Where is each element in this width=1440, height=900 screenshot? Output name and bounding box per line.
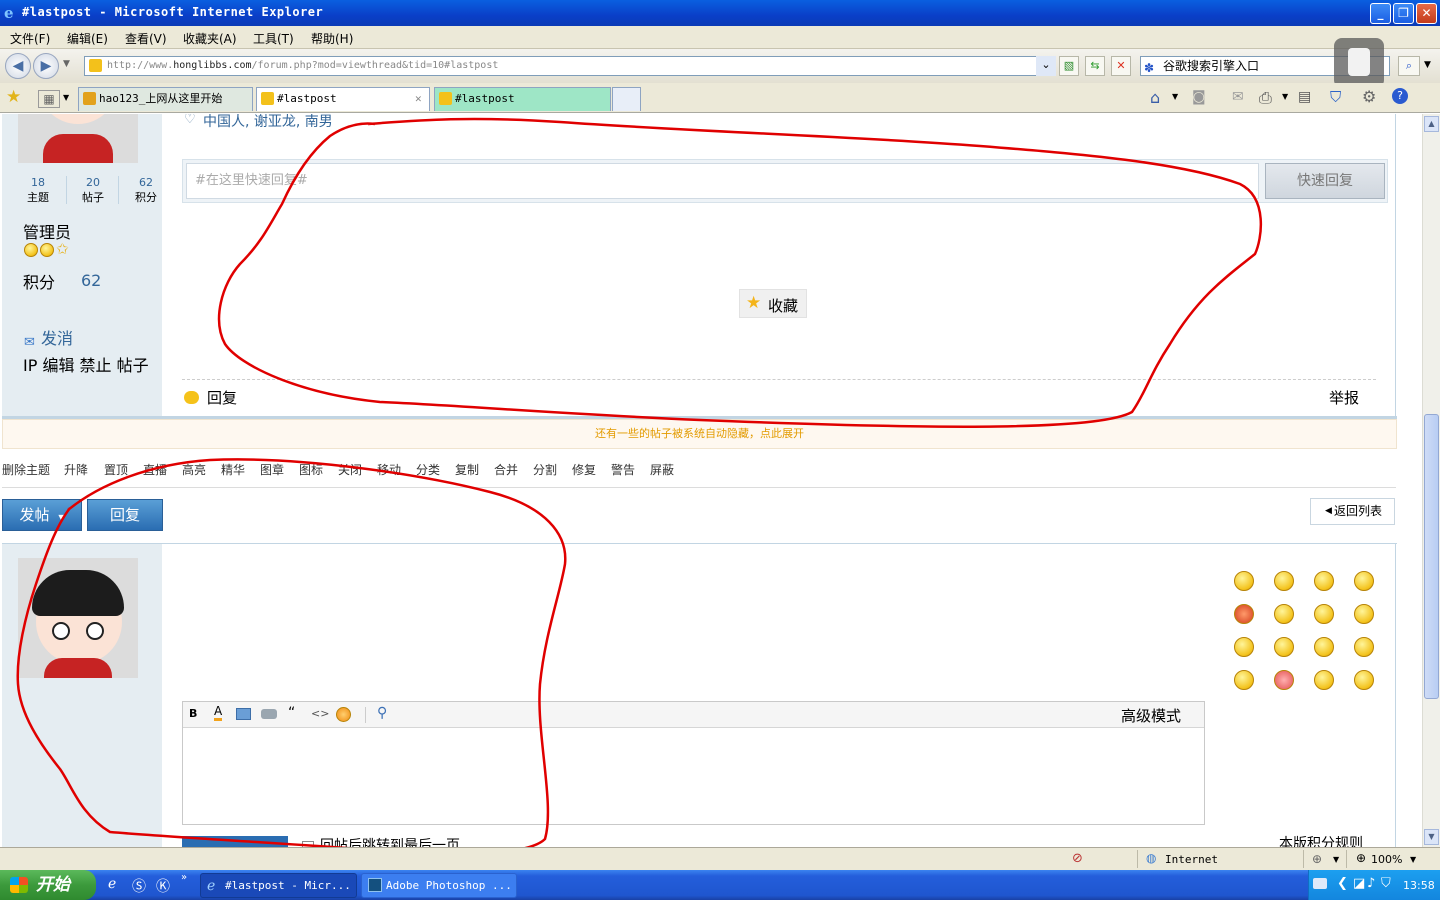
safety-icon[interactable]: ⛉ — [1330, 88, 1341, 106]
tab-label: #lastpost — [277, 92, 337, 105]
menu-edit[interactable]: 编辑(E) — [67, 30, 108, 47]
network-icon[interactable]: ◪ — [1353, 876, 1365, 891]
menu-view[interactable]: 查看(V) — [125, 30, 167, 47]
scrollbar-thumb[interactable] — [1424, 414, 1439, 699]
tab-hao123[interactable]: hao123_上网从这里开始 — [78, 87, 253, 111]
annotation-circle-top — [217, 117, 1263, 428]
home-icon[interactable]: ⌂ — [1150, 88, 1160, 107]
security-zone: Internet — [1165, 853, 1218, 866]
menu-tools[interactable]: 工具(T) — [253, 30, 294, 47]
zoom-dropdown-icon[interactable]: ▼ — [1410, 855, 1416, 864]
volume-icon[interactable]: ♪ — [1367, 876, 1375, 891]
page-icon — [439, 92, 452, 105]
clock: 13:58 — [1403, 879, 1435, 892]
keyboard-icon[interactable] — [1313, 878, 1327, 889]
usb-overlay-icon — [1334, 38, 1384, 88]
scroll-up-icon[interactable]: ▲ — [1424, 116, 1439, 132]
hao123-icon — [83, 92, 96, 105]
ie-logo-icon: e — [4, 4, 14, 22]
close-button[interactable]: ✕ — [1416, 3, 1437, 24]
security-shield-icon[interactable]: ⛉ — [1381, 876, 1391, 891]
red-annotation-overlay — [16, 117, 1263, 847]
forward-icon[interactable]: ▶ — [33, 53, 59, 79]
ie-task-icon: ℯ — [207, 878, 216, 894]
address-path: /forum.php?mod=viewthread&tid=10#lastpos… — [251, 60, 499, 71]
taskbar: 开始 ℯ Ⓢ Ⓚ » ℯ #lastpost - Micr... Adobe P… — [0, 870, 1440, 900]
tab-lastpost-active[interactable]: #lastpost ✕ — [256, 87, 430, 111]
history-dropdown-icon[interactable]: ▼ — [63, 59, 70, 69]
read-mail-icon[interactable]: ✉ — [1232, 89, 1244, 105]
start-button[interactable]: 开始 — [0, 870, 96, 900]
address-prefix: http://www. — [107, 60, 174, 71]
vertical-scrollbar[interactable]: ▲ ▼ — [1422, 114, 1440, 847]
menu-favorites[interactable]: 收藏夹(A) — [183, 30, 237, 47]
tab-label: hao123_上网从这里开始 — [99, 92, 223, 105]
popup-blocker-icon[interactable]: ⊘ — [1072, 851, 1083, 866]
search-value: 谷歌搜索引擎入口 — [1163, 59, 1260, 73]
menu-bar: 文件(F) 编辑(E) 查看(V) 收藏夹(A) 工具(T) 帮助(H) — [0, 26, 1440, 49]
back-icon[interactable]: ◀ — [5, 53, 31, 79]
page-favicon-icon — [89, 59, 102, 72]
search-icon[interactable]: ⌕ — [1398, 56, 1420, 76]
menu-file[interactable]: 文件(F) — [10, 30, 50, 47]
quick-tabs-icon[interactable]: ▦ — [38, 90, 60, 108]
print-icon[interactable]: ⎙ — [1259, 88, 1272, 108]
stop-icon[interactable]: ✕ — [1111, 56, 1131, 76]
scroll-down-icon[interactable]: ▼ — [1424, 829, 1439, 845]
quicklaunch-more-icon[interactable]: » — [181, 872, 187, 883]
compat-view-icon[interactable]: ▧ — [1059, 56, 1079, 76]
tab-list-icon[interactable]: ▼ — [63, 93, 69, 102]
title-bar: e #lastpost - Microsoft Internet Explore… — [0, 0, 1440, 26]
quicklaunch-k-icon[interactable]: Ⓚ — [156, 876, 170, 896]
tab-lastpost[interactable]: #lastpost — [434, 87, 611, 111]
tray-arrow-icon[interactable]: ❮ — [1337, 876, 1348, 891]
address-toolbar: ◀ ▶ ▼ http://www.honglibbs.com/forum.php… — [0, 49, 1440, 83]
search-options-icon[interactable]: ▼ — [1424, 60, 1431, 70]
new-tab-button[interactable] — [612, 87, 641, 111]
print-dropdown-icon[interactable]: ▼ — [1282, 92, 1288, 101]
refresh-icon[interactable]: ⇆ — [1085, 56, 1105, 76]
address-host: honglibbs.com — [173, 60, 252, 71]
address-dropdown-icon[interactable]: ⌄ — [1036, 56, 1056, 76]
tab-row: ★ ▦ ▼ hao123_上网从这里开始 #lastpost ✕ #lastpo… — [0, 83, 1440, 113]
maximize-button[interactable]: ❐ — [1393, 3, 1414, 24]
windows-logo-icon — [10, 877, 28, 893]
address-input[interactable]: http://www.honglibbs.com/forum.php?mod=v… — [84, 56, 1054, 76]
annotation-circle-bottom — [16, 458, 567, 847]
search-provider-icon: ✽ — [1144, 61, 1155, 75]
quicklaunch-s-icon[interactable]: Ⓢ — [132, 876, 146, 896]
zoom-level[interactable]: 100% — [1371, 853, 1402, 866]
photoshop-task-icon — [368, 878, 382, 892]
minimize-button[interactable]: _ — [1370, 3, 1391, 24]
protected-dropdown-icon[interactable]: ▼ — [1333, 855, 1339, 864]
zoom-icon: ⊕ — [1356, 851, 1367, 865]
web-page: 18 主题 20 帖子 62 积分 管理员 ✩ 积分 62 ✉ 发消 IP 编辑 禁止… — [0, 114, 1422, 847]
system-tray: ❮ ◪ ♪ ⛉ 13:58 — [1308, 870, 1440, 900]
help-icon[interactable]: ? — [1392, 88, 1408, 104]
window-title: #lastpost - Microsoft Internet Explorer — [22, 5, 324, 19]
taskbar-item-ie[interactable]: ℯ #lastpost - Micr... — [200, 873, 357, 898]
protected-mode-icon[interactable]: ⊕ — [1312, 852, 1322, 866]
home-dropdown-icon[interactable]: ▼ — [1172, 92, 1178, 101]
tools-gear-icon[interactable]: ⚙ — [1362, 87, 1376, 106]
page-menu-icon[interactable]: ▤ — [1298, 89, 1311, 105]
tab-label: #lastpost — [455, 92, 515, 105]
menu-help[interactable]: 帮助(H) — [311, 30, 353, 47]
internet-globe-icon: ◍ — [1146, 851, 1157, 865]
close-tab-icon[interactable]: ✕ — [415, 88, 422, 110]
favorites-star-icon[interactable]: ★ — [6, 87, 21, 107]
quicklaunch-ie-icon[interactable]: ℯ — [108, 876, 116, 892]
status-bar: ⊘ ◍ Internet ⊕ ▼ ⊕ 100% ▼ — [0, 847, 1440, 870]
page-icon — [261, 92, 274, 105]
taskbar-item-photoshop[interactable]: Adobe Photoshop ... — [361, 873, 517, 898]
rss-feeds-icon[interactable]: ◙ — [1192, 89, 1206, 105]
